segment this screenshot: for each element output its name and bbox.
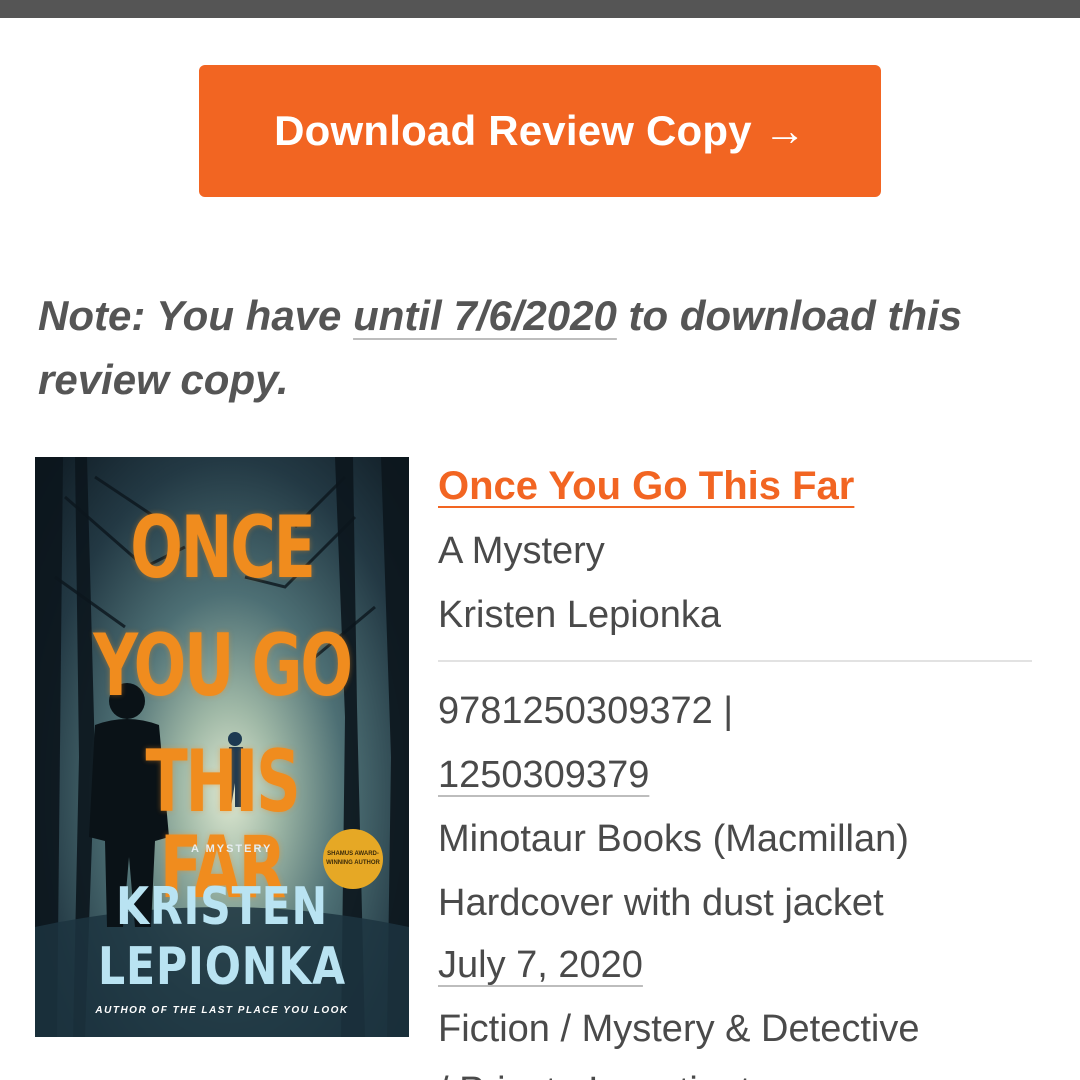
note-deadline-date: until 7/6/2020 — [353, 292, 617, 339]
download-review-copy-button[interactable]: Download Review Copy → — [199, 65, 881, 197]
book-category: Fiction / Mystery & Detective — [438, 1008, 920, 1050]
book-isbn13: 9781250309372 | — [438, 690, 734, 732]
book-pub-date[interactable]: July 7, 2020 — [438, 944, 643, 987]
cover-title-line-1: ONCE — [130, 498, 316, 598]
page: Download Review Copy → Note: You have un… — [0, 0, 1080, 1080]
book-cover-image[interactable]: ONCE YOU GO THIS FAR A MYSTERY SHAMUS AW… — [35, 457, 409, 1037]
book-author: Kristen Lepionka — [438, 594, 722, 636]
book-isbn10[interactable]: 1250309379 — [438, 754, 649, 797]
book-subtitle: A Mystery — [438, 530, 605, 572]
download-deadline-note: Note: You have until 7/6/2020 to downloa… — [38, 284, 1038, 412]
book-category-continued: / Private Investigators — [438, 1070, 803, 1080]
cover-author-line-2: LEPIONKA — [98, 937, 346, 997]
book-format: Hardcover with dust jacket — [438, 882, 884, 924]
note-prefix: Note: You have — [38, 292, 354, 339]
details-divider — [438, 660, 1032, 662]
cover-title-line-2: YOU GO — [93, 616, 353, 716]
book-title-link[interactable]: Once You Go This Far — [438, 464, 854, 509]
book-publisher: Minotaur Books (Macmillan) — [438, 818, 909, 860]
top-bar — [0, 0, 1080, 18]
cover-award-badge: SHAMUS AWARD-WINNING AUTHOR — [323, 829, 383, 889]
cover-author-line-1: KRISTEN — [115, 877, 329, 937]
cover-subtitle: A MYSTERY — [191, 843, 273, 855]
cover-tagline: AUTHOR OF THE LAST PLACE YOU LOOK — [95, 1005, 349, 1016]
